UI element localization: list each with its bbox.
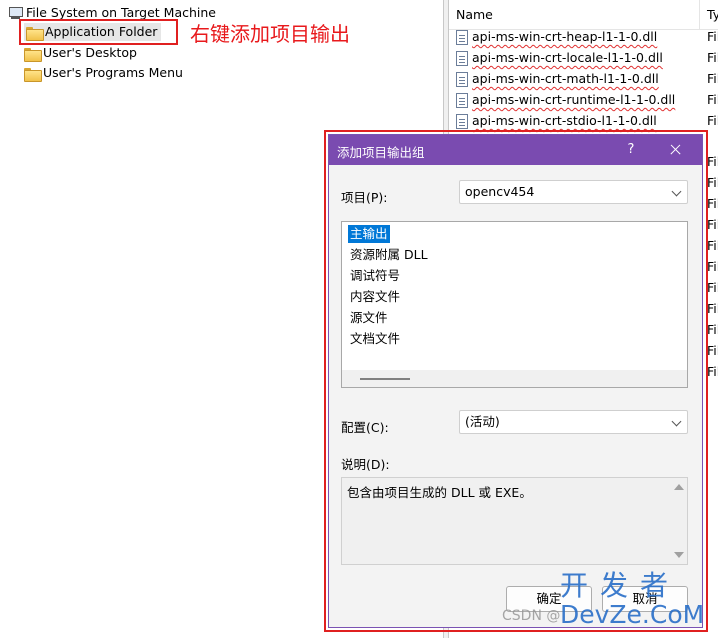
tree-item-label: User's Programs Menu <box>43 65 183 80</box>
list-item[interactable]: 源文件 <box>348 309 390 327</box>
file-type: Fil <box>707 238 718 253</box>
project-select[interactable]: opencv454 <box>459 180 688 204</box>
description-text: 包含由项目生成的 DLL 或 EXE。 <box>347 485 532 500</box>
dll-file-icon <box>456 93 468 108</box>
list-item[interactable]: 文档文件 <box>348 330 402 348</box>
folder-icon <box>24 67 42 82</box>
project-label: 项目(P): <box>341 190 388 205</box>
file-type: Fil <box>707 322 718 337</box>
list-item[interactable]: 内容文件 <box>348 288 402 306</box>
file-name: api-ms-win-crt-math-l1-1-0.dll <box>472 71 659 86</box>
config-select[interactable]: (活动) <box>459 410 688 434</box>
config-label: 配置(C): <box>341 420 389 435</box>
devze-watermark: 开发者 DevZe.CoM <box>560 570 710 634</box>
description-label: 说明(D): <box>341 457 390 472</box>
csdn-watermark: CSDN @ <box>502 608 561 624</box>
list-item[interactable]: 主输出 <box>348 225 390 243</box>
folder-icon <box>24 47 42 62</box>
dll-file-icon <box>456 51 468 66</box>
add-project-output-dialog: 添加项目输出组 ? 项目(P): opencv454 主输出 资源附属 DLL … <box>328 134 703 628</box>
file-type: Fil <box>707 196 718 211</box>
tree-item-label: User's Desktop <box>43 45 137 60</box>
horizontal-scrollbar[interactable] <box>342 370 687 387</box>
list-item[interactable]: 资源附属 DLL <box>348 246 430 264</box>
file-row[interactable]: api-ms-win-crt-heap-l1-1-0.dll Fil <box>449 28 718 48</box>
file-type: Fil <box>707 50 718 65</box>
chevron-down-icon <box>671 416 682 427</box>
dll-file-icon <box>456 30 468 45</box>
file-row[interactable]: api-ms-win-crt-runtime-l1-1-0.dll Fil <box>449 91 718 111</box>
dialog-title: 添加项目输出组 <box>337 145 425 160</box>
file-type: Fil <box>707 259 718 274</box>
tree-item-users-programs-menu[interactable]: User's Programs Menu <box>24 64 183 82</box>
scroll-up-arrow-icon[interactable] <box>674 484 684 490</box>
scroll-down-arrow-icon[interactable] <box>674 552 684 558</box>
dialog-titlebar[interactable]: 添加项目输出组 ? <box>329 135 702 165</box>
file-type: Fil <box>707 154 718 169</box>
close-icon[interactable] <box>664 139 688 161</box>
list-item[interactable]: 调试符号 <box>348 267 402 285</box>
watermark-kaifa-text: 开发者 <box>560 569 681 602</box>
file-type: Fil <box>707 217 718 232</box>
config-select-value: (活动) <box>465 414 500 429</box>
file-type: Fil <box>707 113 718 128</box>
file-row[interactable]: api-ms-win-crt-stdio-l1-1-0.dll Fil <box>449 112 718 132</box>
file-type: Fil <box>707 92 718 107</box>
tree-item-users-desktop[interactable]: User's Desktop <box>24 44 137 62</box>
file-type: Fil <box>707 71 718 86</box>
tree-root-label: File System on Target Machine <box>26 5 216 20</box>
annotation-text: 右键添加项目输出 <box>190 22 350 46</box>
annotation-highlight-box <box>19 19 178 45</box>
project-select-value: opencv454 <box>465 184 535 199</box>
file-type: Fil <box>707 343 718 358</box>
column-header-type[interactable]: Ty <box>707 7 718 22</box>
column-separator[interactable] <box>699 0 700 30</box>
file-type: Fil <box>707 29 718 44</box>
column-header-name[interactable]: Name <box>456 7 493 22</box>
file-type: Fil <box>707 280 718 295</box>
file-type: Fil <box>707 301 718 316</box>
output-group-listbox[interactable]: 主输出 资源附属 DLL 调试符号 内容文件 源文件 文档文件 <box>341 221 688 388</box>
dll-file-icon <box>456 72 468 87</box>
chevron-down-icon <box>671 186 682 197</box>
file-row[interactable]: api-ms-win-crt-math-l1-1-0.dll Fil <box>449 70 718 90</box>
file-name: api-ms-win-crt-stdio-l1-1-0.dll <box>472 113 657 128</box>
file-type: Fil <box>707 364 718 379</box>
scrollbar-thumb[interactable] <box>360 378 410 380</box>
file-type: Fil <box>707 175 718 190</box>
vertical-scrollbar[interactable] <box>670 478 687 564</box>
file-name: api-ms-win-crt-runtime-l1-1-0.dll <box>472 92 676 107</box>
dll-file-icon <box>456 114 468 129</box>
file-name: api-ms-win-crt-heap-l1-1-0.dll <box>472 29 658 44</box>
help-button[interactable]: ? <box>621 140 641 160</box>
watermark-domain-text: DevZe.CoM <box>560 600 705 629</box>
description-textbox: 包含由项目生成的 DLL 或 EXE。 <box>341 477 688 565</box>
file-row[interactable]: api-ms-win-crt-locale-l1-1-0.dll Fil <box>449 49 718 69</box>
file-name: api-ms-win-crt-locale-l1-1-0.dll <box>472 50 663 65</box>
list-header: Name Ty <box>449 0 718 30</box>
